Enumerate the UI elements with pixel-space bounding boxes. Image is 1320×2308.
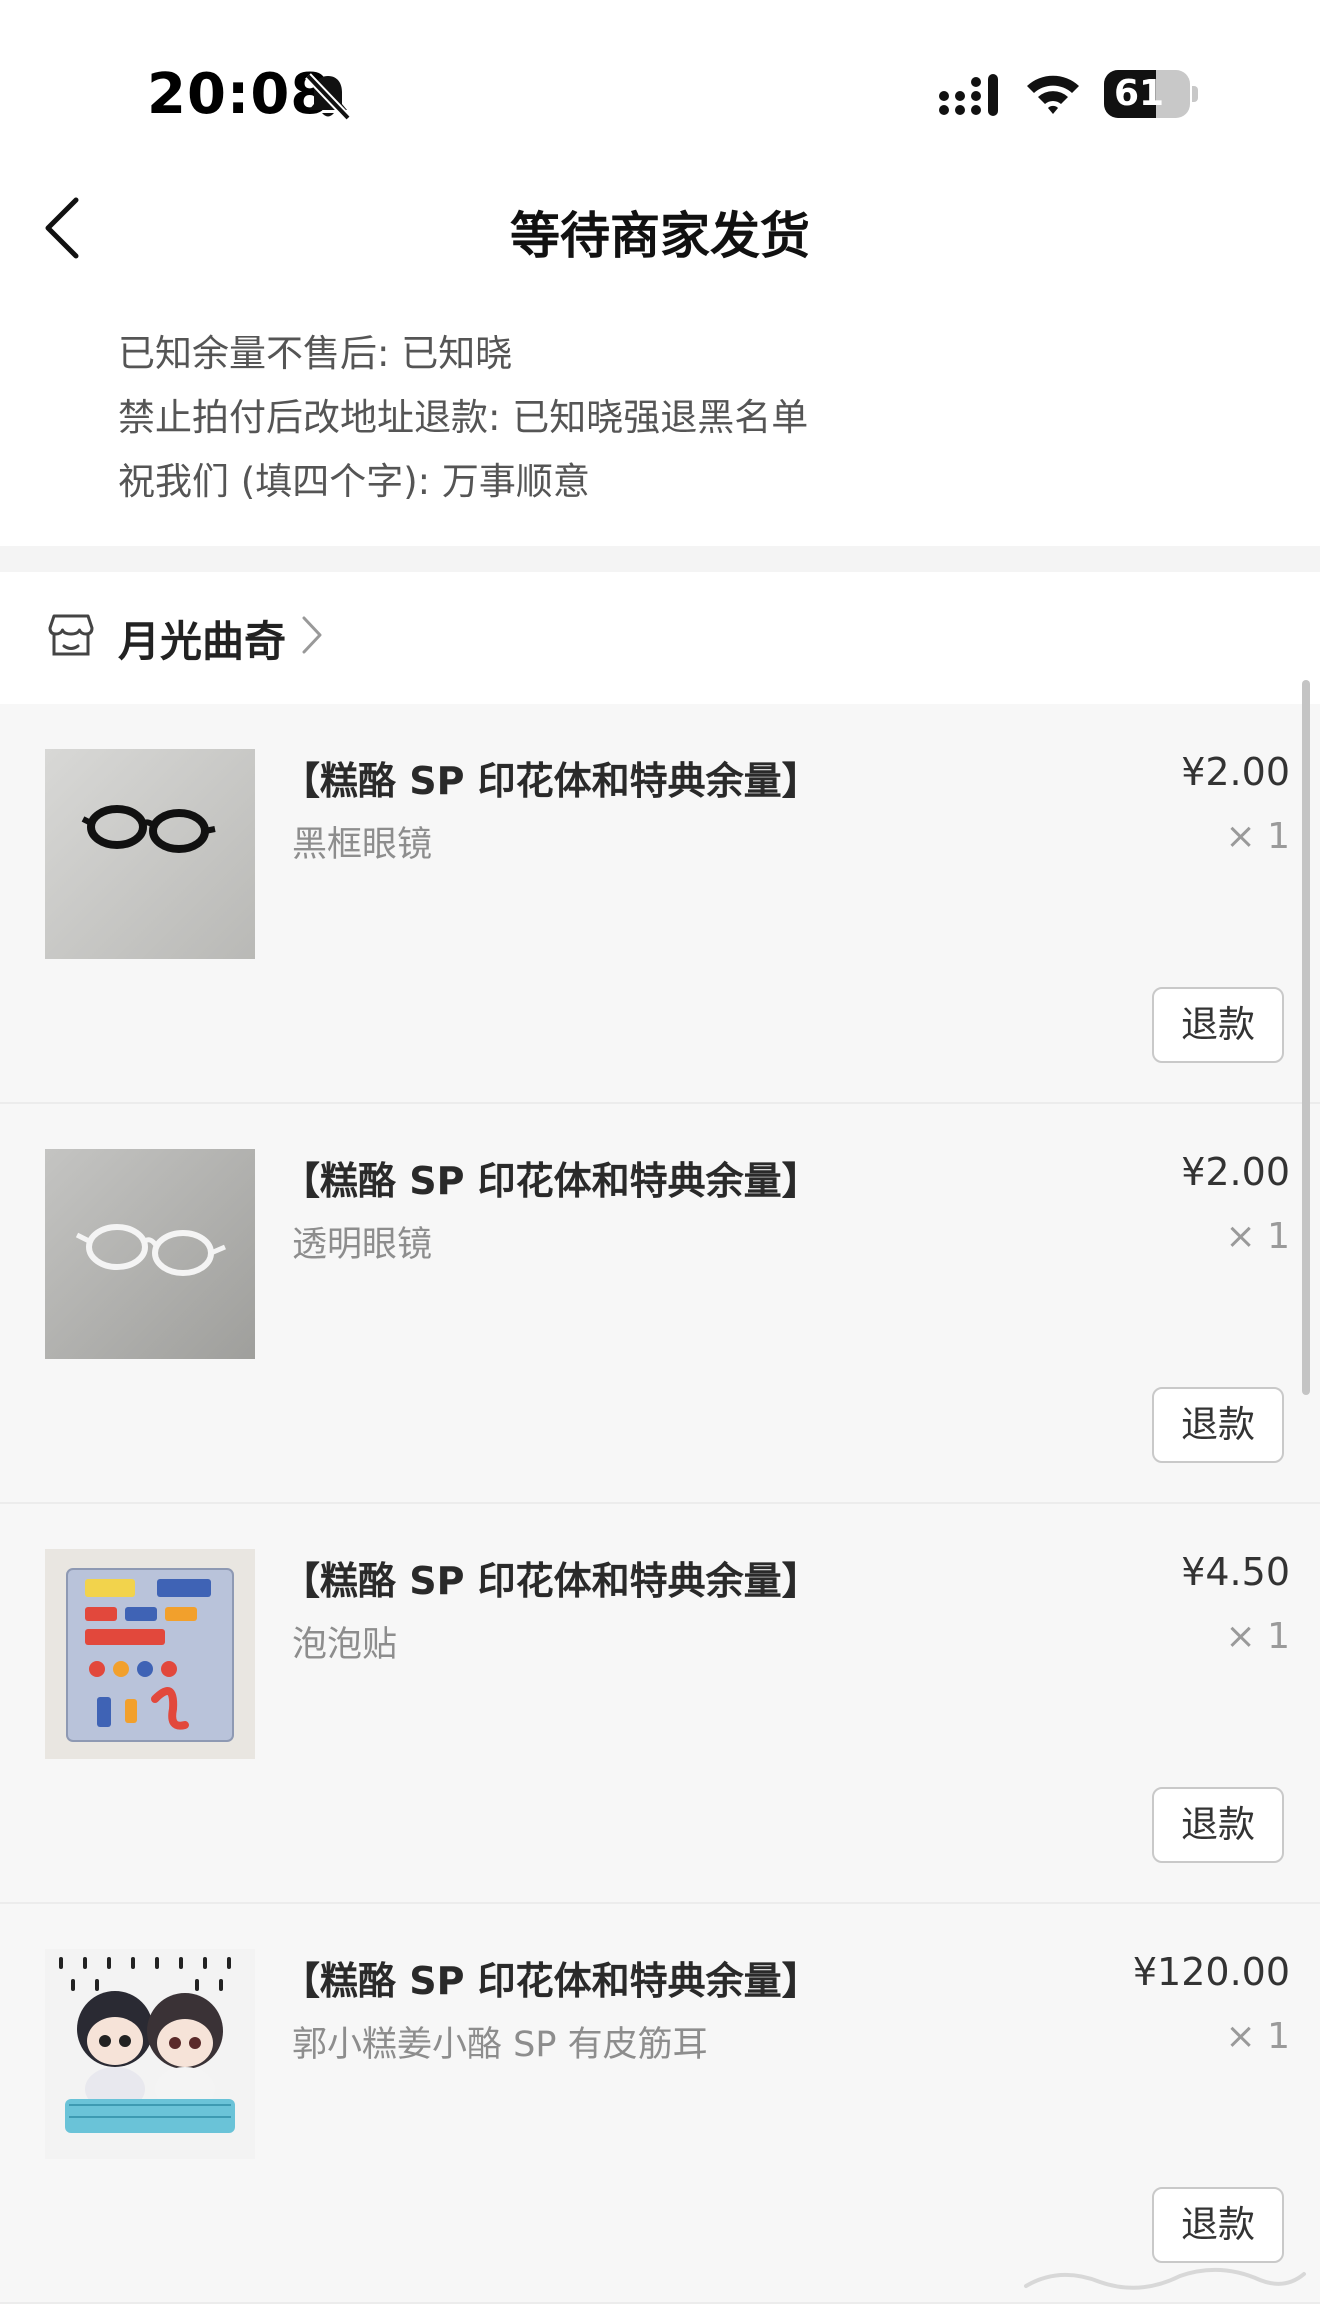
wifi-icon xyxy=(1027,75,1079,114)
note-line: 祝我们 (填四个字): 万事顺意 xyxy=(118,460,590,503)
page-title: 等待商家发货 xyxy=(510,207,810,265)
refund-button[interactable]: 退款 xyxy=(1152,1387,1284,1463)
product-thumbnail[interactable] xyxy=(45,1149,255,1359)
bell-slash-icon xyxy=(305,73,351,121)
refund-button[interactable]: 退款 xyxy=(1152,2187,1284,2263)
section-divider xyxy=(0,546,1320,572)
refund-button[interactable]: 退款 xyxy=(1152,1787,1284,1863)
item-title[interactable]: 【糕酪 SP 印花体和特典余量】 xyxy=(282,750,820,805)
item-title[interactable]: 【糕酪 SP 印花体和特典余量】 xyxy=(282,1150,820,1205)
cellular-signal-icon xyxy=(939,74,998,116)
item-price: ¥120.00 xyxy=(1132,1950,1290,1994)
shop-row[interactable]: 月光曲奇 xyxy=(0,572,1320,704)
product-thumbnail[interactable] xyxy=(45,1549,255,1759)
clear-glasses-photo xyxy=(45,1149,255,1359)
note-line: 已知余量不售后: 已知晓 xyxy=(118,332,513,375)
item-variant: 郭小糕姜小酪 SP 有皮筋耳 xyxy=(292,2025,708,2065)
note-line: 禁止拍付后改地址退款: 已知晓强退黑名单 xyxy=(118,396,809,439)
item-variant: 黑框眼镜 xyxy=(292,825,433,865)
item-variant: 透明眼镜 xyxy=(292,1225,433,1265)
black-glasses-photo xyxy=(45,749,255,959)
order-item: 【糕酪 SP 印花体和特典余量】 黑框眼镜 ¥2.00 × 1 退款 xyxy=(0,704,1320,1104)
product-thumbnail[interactable] xyxy=(45,749,255,959)
item-price: ¥2.00 xyxy=(1181,1150,1290,1194)
plush-dolls-photo xyxy=(45,1949,255,2159)
scrollbar[interactable] xyxy=(1302,680,1310,1395)
product-thumbnail[interactable] xyxy=(45,1949,255,2159)
item-price: ¥4.50 xyxy=(1181,1550,1290,1594)
status-time: 20:08 xyxy=(147,62,331,127)
order-item: 【糕酪 SP 印花体和特典余量】 泡泡贴 ¥4.50 × 1 退款 xyxy=(0,1504,1320,1904)
shop-name[interactable]: 月光曲奇 xyxy=(118,608,286,669)
chevron-right-icon xyxy=(302,616,322,654)
store-icon xyxy=(48,614,94,656)
watermark-icon xyxy=(1024,2267,1306,2290)
order-item: 【糕酪 SP 印花体和特典余量】 郭小糕姜小酪 SP 有皮筋耳 ¥120.00 … xyxy=(0,1904,1320,2304)
battery-percent: 61 xyxy=(1113,73,1165,114)
battery-icon: 61 xyxy=(1104,70,1198,118)
sticker-sheet-photo xyxy=(45,1549,255,1759)
item-quantity: × 1 xyxy=(1225,816,1290,857)
order-detail-page: 20:08 61 等待商家发货 已知余量不售后: 已知晓 禁止拍付后改地址退款:… xyxy=(0,0,1320,2308)
item-quantity: × 1 xyxy=(1225,1216,1290,1257)
status-bar: 20:08 61 xyxy=(0,0,1320,175)
item-price: ¥2.00 xyxy=(1181,750,1290,794)
item-variant: 泡泡贴 xyxy=(292,1625,398,1665)
order-notes: 已知余量不售后: 已知晓 禁止拍付后改地址退款: 已知晓强退黑名单 祝我们 (填… xyxy=(118,322,808,514)
order-item: 【糕酪 SP 印花体和特典余量】 透明眼镜 ¥2.00 × 1 退款 xyxy=(0,1104,1320,1504)
item-quantity: × 1 xyxy=(1225,1616,1290,1657)
item-title[interactable]: 【糕酪 SP 印花体和特典余量】 xyxy=(282,1950,820,2005)
refund-button[interactable]: 退款 xyxy=(1152,987,1284,1063)
order-items-list: 【糕酪 SP 印花体和特典余量】 黑框眼镜 ¥2.00 × 1 退款 【糕酪 S… xyxy=(0,704,1320,2304)
item-quantity: × 1 xyxy=(1225,2016,1290,2057)
item-title[interactable]: 【糕酪 SP 印花体和特典余量】 xyxy=(282,1550,820,1605)
